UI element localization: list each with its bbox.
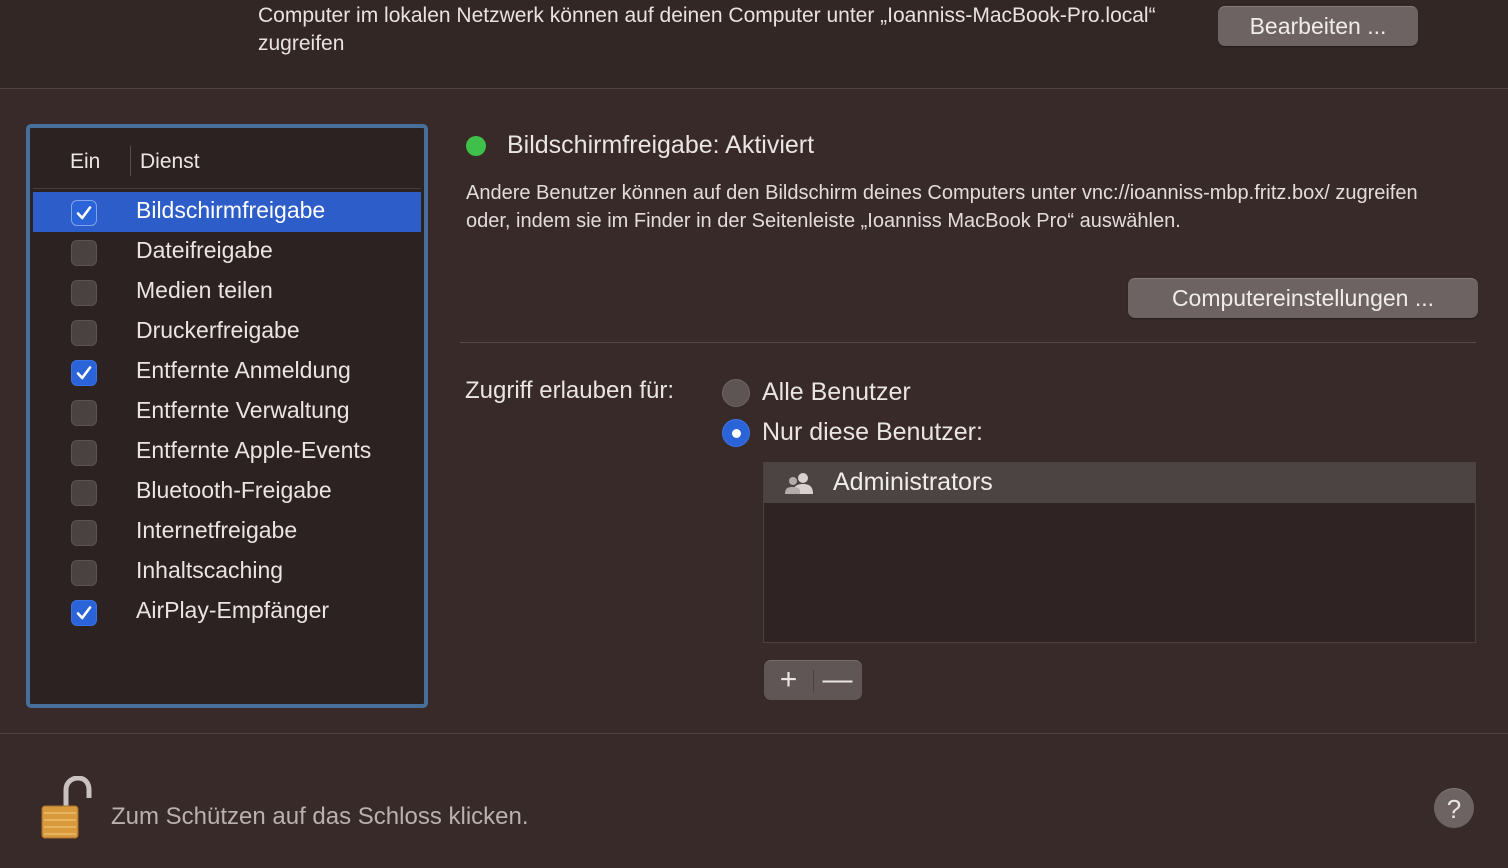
column-separator (130, 146, 131, 176)
service-label: Dateifreigabe (136, 237, 273, 263)
service-label: Bildschirmfreigabe (136, 197, 326, 223)
footer-divider (0, 733, 1508, 734)
service-row[interactable]: Entfernte Anmeldung (33, 352, 421, 392)
service-label: Entfernte Verwaltung (136, 397, 350, 423)
network-info-bar: Computer im lokalen Netzwerk können auf … (0, 0, 1508, 89)
service-checkbox[interactable] (71, 440, 97, 466)
access-label: Zugriff erlauben für: (465, 377, 675, 404)
lock-icon[interactable] (40, 775, 92, 845)
service-checkbox[interactable] (71, 520, 97, 546)
service-checkbox[interactable] (71, 200, 97, 226)
service-label: Internetfreigabe (136, 517, 298, 543)
service-description: Andere Benutzer können auf den Bildschir… (466, 182, 1418, 232)
add-user-button[interactable]: + (764, 661, 813, 701)
service-label: Entfernte Anmeldung (136, 357, 351, 383)
service-row[interactable]: Bildschirmfreigabe (33, 192, 421, 232)
column-header-on[interactable]: Ein (70, 150, 100, 174)
status-indicator-dot (466, 136, 486, 156)
computer-settings-button[interactable]: Computereinstellungen ... (1128, 278, 1478, 318)
radio-all-users-label[interactable]: Alle Benutzer (762, 378, 911, 407)
service-row[interactable]: Bluetooth-Freigabe (33, 472, 421, 512)
help-button[interactable]: ? (1434, 788, 1474, 828)
services-list[interactable]: Ein Dienst Bildschirmfreigabe Dateifreiga… (26, 124, 428, 708)
service-checkbox[interactable] (71, 240, 97, 266)
service-label: Entfernte Apple-Events (136, 437, 372, 463)
add-remove-control: + — (764, 660, 862, 700)
status-title: Bildschirmfreigabe: Aktiviert (507, 131, 815, 159)
user-name: Administrators (833, 468, 993, 496)
service-checkbox[interactable] (71, 600, 97, 626)
remove-user-button[interactable]: — (813, 661, 862, 701)
service-checkbox[interactable] (71, 280, 97, 306)
service-row[interactable]: Dateifreigabe (33, 232, 421, 272)
service-checkbox[interactable] (71, 360, 97, 386)
service-label: Druckerfreigabe (136, 317, 300, 343)
radio-only-these-users[interactable] (722, 419, 750, 447)
service-row[interactable]: Internetfreigabe (33, 512, 421, 552)
edit-button[interactable]: Bearbeiten ... (1218, 6, 1418, 46)
radio-only-these-users-label[interactable]: Nur diese Benutzer: (762, 418, 983, 447)
service-row[interactable]: Inhaltscaching (33, 552, 421, 592)
service-label: Inhaltscaching (136, 557, 284, 583)
service-checkbox[interactable] (71, 320, 97, 346)
column-header-service[interactable]: Dienst (140, 150, 200, 174)
lock-hint-text: Zum Schützen auf das Schloss klicken. (111, 803, 529, 830)
service-row[interactable]: Druckerfreigabe (33, 312, 421, 352)
service-checkbox[interactable] (71, 560, 97, 586)
service-row[interactable]: Medien teilen (33, 272, 421, 312)
user-row[interactable]: Administrators (764, 463, 1475, 503)
radio-all-users[interactable] (722, 379, 750, 407)
services-list-inner: Ein Dienst Bildschirmfreigabe Dateifreiga… (33, 131, 421, 701)
users-list[interactable]: Administrators (763, 462, 1476, 643)
divider (460, 342, 1476, 343)
service-row[interactable]: Entfernte Verwaltung (33, 392, 421, 432)
service-label: Bluetooth-Freigabe (136, 477, 332, 503)
group-icon (784, 472, 814, 501)
service-row[interactable]: Entfernte Apple-Events (33, 432, 421, 472)
service-checkbox[interactable] (71, 400, 97, 426)
network-address-text: Computer im lokalen Netzwerk können auf … (258, 4, 1156, 55)
service-label: AirPlay-Empfänger (136, 597, 330, 623)
service-checkbox[interactable] (71, 480, 97, 506)
service-row[interactable]: AirPlay-Empfänger (33, 592, 421, 632)
service-label: Medien teilen (136, 277, 273, 303)
services-list-header: Ein Dienst (33, 131, 421, 189)
